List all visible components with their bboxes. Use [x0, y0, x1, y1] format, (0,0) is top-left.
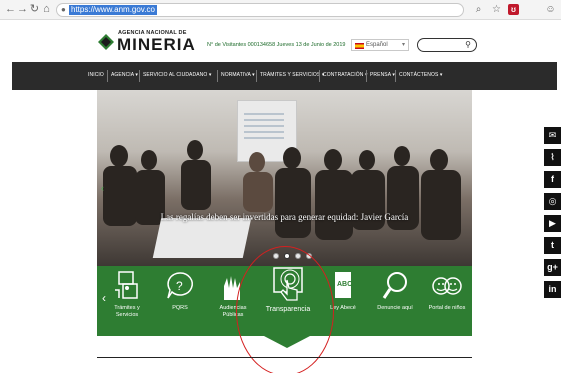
- instagram-icon[interactable]: ◎: [544, 193, 561, 210]
- youtube-icon[interactable]: ▶: [544, 215, 561, 232]
- language-value: Español: [366, 42, 388, 48]
- site-logo[interactable]: AGENCIA NACIONAL DE MINERIA: [98, 28, 210, 60]
- service-denuncie[interactable]: Denuncie aquí: [371, 270, 419, 334]
- hands-icon: [224, 276, 240, 300]
- svg-text:?: ?: [176, 279, 183, 293]
- main-nav: INICIO AGENCIA ▾ SERVICIO AL CIUDADANO ▾…: [12, 62, 557, 90]
- chevron-down-icon: ▾: [401, 42, 405, 48]
- audience-photo: [103, 140, 461, 240]
- service-portal-ninos[interactable]: Portal de niños: [423, 270, 471, 334]
- service-label: Ley Abecé: [330, 305, 356, 311]
- band-pointer: [264, 336, 310, 348]
- nav-inicio[interactable]: INICIO: [88, 72, 104, 78]
- search-icon[interactable]: ⚲: [465, 40, 471, 49]
- service-label: Denuncie aquí: [377, 305, 413, 311]
- nav-servicio-ciudadano[interactable]: SERVICIO AL CIUDADANO ▾: [143, 72, 211, 78]
- account-icon[interactable]: ☺: [544, 3, 557, 16]
- lock-icon: ●: [61, 5, 66, 14]
- url-text[interactable]: https://www.anm.gov.co: [69, 5, 157, 15]
- twitter-icon[interactable]: t: [544, 237, 561, 254]
- nav-agencia[interactable]: AGENCIA ▾: [111, 72, 138, 78]
- chevron-left-icon[interactable]: ‹: [101, 182, 109, 194]
- google-plus-icon[interactable]: g+: [544, 259, 561, 276]
- nav-tramites[interactable]: TRÁMITES Y SERVICIOS ▾: [260, 72, 324, 78]
- service-label: Audiencias Públicas: [219, 305, 247, 318]
- star-icon[interactable]: ☆: [490, 3, 503, 16]
- slider-dot[interactable]: [295, 253, 301, 259]
- slider-dots: [273, 253, 323, 261]
- nav-contactenos[interactable]: CONTÁCTENOS ▾: [399, 72, 443, 78]
- rss-icon[interactable]: ⌇: [544, 149, 561, 166]
- service-label: Portal de niños: [428, 305, 466, 311]
- nav-normativa[interactable]: NORMATIVA ▾: [221, 72, 255, 78]
- language-select[interactable]: Español ▾: [351, 39, 409, 51]
- abc-book-icon: ABC: [335, 272, 352, 298]
- nav-prensa[interactable]: PRENSA ▾: [370, 72, 395, 78]
- spain-flag-icon: [355, 43, 364, 49]
- conference-table: [152, 218, 252, 258]
- service-audiencias[interactable]: Audiencias Públicas: [209, 270, 257, 334]
- service-label: Trámites y Servicios: [114, 305, 140, 318]
- search-input[interactable]: ⚲: [417, 38, 477, 52]
- service-label: PQRS: [172, 305, 188, 311]
- slider-dot[interactable]: [273, 253, 279, 259]
- service-pqrs[interactable]: ? PQRS: [156, 270, 204, 334]
- slider-dot[interactable]: [306, 253, 312, 259]
- service-label: Transparencia: [265, 306, 311, 313]
- service-tramites[interactable]: Trámites y Servicios: [103, 270, 151, 334]
- facebook-icon[interactable]: f: [544, 171, 561, 188]
- browser-toolbar: ← → ↻ ⌂ ● https://www.anm.gov.co ⌕ ☆ ʊ ☺: [0, 0, 561, 20]
- service-transparencia[interactable]: Transparencia: [262, 266, 314, 330]
- logo-wordmark: MINERIA: [117, 35, 196, 54]
- kids-icon: [432, 277, 462, 295]
- magnifier-icon: [382, 272, 407, 299]
- logo-diamond-icon: [98, 34, 114, 50]
- slider-dot-active[interactable]: [284, 253, 290, 259]
- zoom-icon[interactable]: ⌕: [472, 3, 485, 16]
- svg-text:ABC: ABC: [337, 281, 352, 288]
- email-icon[interactable]: ✉: [544, 127, 561, 144]
- question-bubble-icon: ?: [167, 272, 193, 299]
- address-bar[interactable]: ● https://www.anm.gov.co: [56, 3, 464, 17]
- divider: [97, 357, 472, 358]
- documents-icon: [115, 271, 138, 299]
- slide-caption[interactable]: Las regalías deben ser invertidas para g…: [97, 212, 472, 222]
- service-ley-abece[interactable]: ABC Ley Abecé: [319, 270, 367, 334]
- extension-icon[interactable]: ʊ: [508, 4, 519, 15]
- touch-screen-icon: [273, 267, 303, 301]
- visitor-counter: N° de Visitantes 000134658 Jueves 13 de …: [207, 42, 346, 48]
- linkedin-icon[interactable]: in: [544, 281, 561, 298]
- nav-contratacion[interactable]: CONTRATACIÓN ▾: [323, 72, 368, 78]
- hero-slider[interactable]: ‹ Las regalías deben ser invertidas para…: [97, 90, 472, 266]
- home-icon[interactable]: ⌂: [40, 3, 53, 16]
